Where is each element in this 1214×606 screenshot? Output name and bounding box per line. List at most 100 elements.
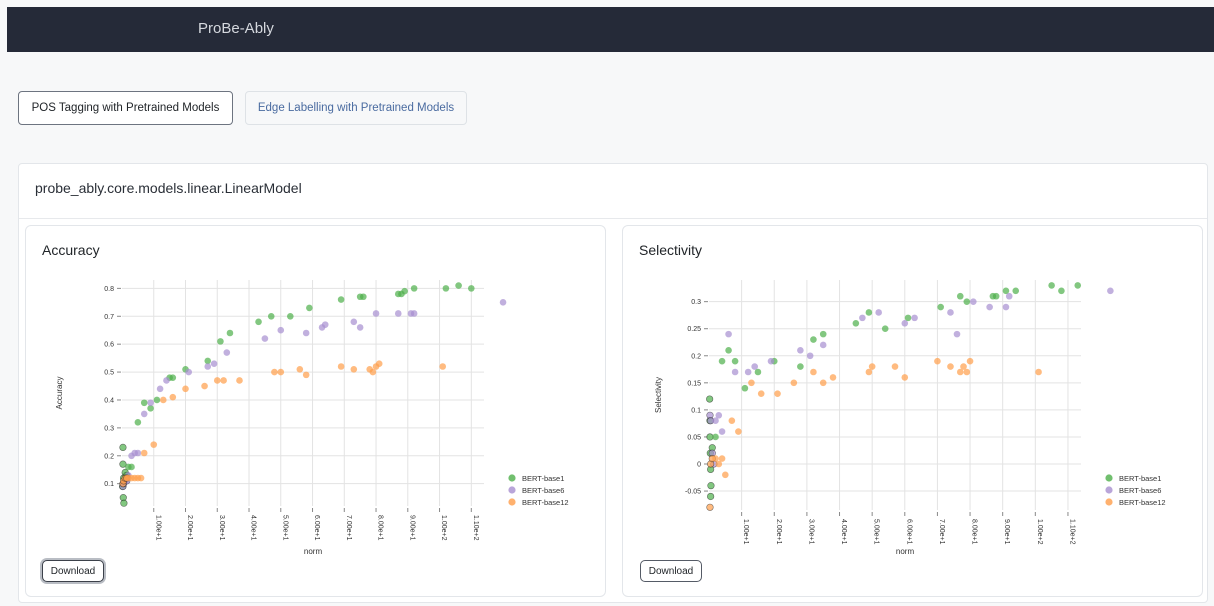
y-tick-label: 0.2 bbox=[104, 453, 114, 460]
data-point bbox=[201, 382, 208, 390]
data-point bbox=[774, 390, 781, 397]
x-tick-label: 8.00e+1 bbox=[971, 519, 978, 545]
data-point bbox=[410, 285, 418, 292]
data-point bbox=[706, 395, 714, 403]
legend-label: BERT-base6 bbox=[522, 486, 564, 495]
data-point bbox=[1058, 287, 1065, 295]
data-point bbox=[865, 309, 873, 316]
data-point bbox=[271, 368, 278, 376]
legend-marker bbox=[508, 474, 516, 482]
data-point bbox=[337, 363, 345, 370]
y-tick-label: 0.8 bbox=[104, 286, 114, 293]
data-point bbox=[226, 329, 234, 337]
data-point bbox=[748, 379, 755, 387]
data-point bbox=[1048, 282, 1055, 289]
accuracy-chart: 0.1 0.2 0.3 0.4 0.5 0.6 0.7 0.8 1.00e+1 2.00e+1 3.… bbox=[55, 280, 569, 556]
data-point bbox=[718, 428, 726, 435]
data-point bbox=[150, 441, 158, 448]
data-point bbox=[439, 363, 447, 370]
data-point bbox=[956, 292, 964, 300]
data-point bbox=[707, 492, 715, 501]
y-tick-label: 0.7 bbox=[104, 314, 114, 321]
data-point bbox=[901, 319, 909, 327]
x-tick-label: 4.00e+1 bbox=[250, 515, 257, 541]
data-point bbox=[751, 363, 758, 370]
legend-label: BERT-base1 bbox=[1119, 474, 1161, 483]
y-tick-label: 0.3 bbox=[104, 425, 114, 432]
data-point bbox=[806, 352, 814, 360]
x-tick-label: 6.00e+1 bbox=[905, 519, 912, 545]
data-point bbox=[706, 503, 714, 511]
tab-pos-tagging[interactable]: POS Tagging with Pretrained Models bbox=[18, 91, 233, 125]
data-point bbox=[911, 314, 918, 322]
x-tick-label: 9.00e+1 bbox=[1003, 519, 1010, 545]
x-tick-label: 2.00e+1 bbox=[775, 519, 782, 545]
data-point bbox=[220, 377, 227, 384]
data-point bbox=[790, 379, 798, 387]
data-point bbox=[1002, 303, 1010, 311]
x-tick-label: 1.10e+2 bbox=[1068, 519, 1075, 545]
data-point bbox=[128, 463, 135, 471]
data-point bbox=[306, 304, 313, 312]
data-point bbox=[321, 321, 329, 328]
y-tick-label: 0 bbox=[697, 462, 701, 469]
data-point bbox=[744, 368, 752, 376]
data-point bbox=[810, 368, 817, 376]
legend-marker bbox=[508, 486, 516, 494]
data-point bbox=[467, 285, 475, 292]
legend-label: BERT-base6 bbox=[1119, 486, 1161, 495]
y-tick-label: 0.6 bbox=[104, 342, 114, 349]
data-point bbox=[372, 310, 380, 317]
x-axis-label: norm bbox=[896, 547, 915, 556]
data-point bbox=[715, 411, 723, 419]
data-point bbox=[140, 410, 148, 418]
data-point bbox=[731, 357, 739, 365]
data-point bbox=[277, 368, 285, 376]
x-tick-label: 5.00e+1 bbox=[873, 519, 880, 545]
y-tick-label: 0.4 bbox=[104, 397, 114, 404]
y-axis-label: Accuracy bbox=[55, 377, 64, 410]
legend-label: BERT-base1 bbox=[522, 474, 564, 483]
data-point bbox=[302, 329, 310, 337]
data-point bbox=[169, 374, 177, 381]
legend-label: BERT-base12 bbox=[522, 498, 569, 507]
tab-edge-labelling[interactable]: Edge Labelling with Pretrained Models bbox=[245, 91, 467, 125]
data-point bbox=[277, 326, 285, 334]
brand-name[interactable]: ProBe-Ably bbox=[198, 20, 274, 37]
data-point bbox=[852, 319, 860, 327]
data-point bbox=[140, 399, 148, 407]
data-point bbox=[401, 287, 408, 295]
selectivity-download-button[interactable]: Download bbox=[640, 560, 702, 582]
data-point bbox=[810, 336, 817, 343]
data-point bbox=[986, 303, 993, 311]
legend-marker bbox=[1105, 486, 1113, 494]
data-point bbox=[185, 368, 192, 376]
accuracy-download-button[interactable]: Download bbox=[42, 560, 104, 582]
data-point bbox=[1074, 282, 1082, 289]
data-point bbox=[255, 318, 262, 326]
data-point bbox=[302, 371, 310, 379]
y-tick-label: 0.1 bbox=[104, 481, 114, 488]
data-point bbox=[210, 360, 218, 368]
data-point bbox=[442, 285, 450, 292]
data-point bbox=[134, 449, 142, 457]
y-tick-label: 0.1 bbox=[691, 407, 701, 414]
data-point bbox=[829, 374, 837, 381]
data-point bbox=[223, 349, 231, 356]
data-point bbox=[455, 282, 462, 289]
legend-marker bbox=[1105, 474, 1113, 482]
selectivity-card: Selectivity -0.05 0 0.05 0.1 0.15 0.2 0.25 0.3 1… bbox=[622, 225, 1203, 597]
y-tick-label: 0.3 bbox=[691, 299, 701, 306]
data-point bbox=[140, 449, 148, 457]
y-axis-label: Selectivity bbox=[654, 377, 663, 413]
x-tick-label: 3.00e+1 bbox=[218, 515, 225, 541]
x-tick-label: 7.00e+1 bbox=[938, 519, 945, 545]
data-point bbox=[725, 330, 732, 338]
data-point bbox=[741, 384, 749, 392]
data-point bbox=[937, 303, 944, 311]
data-point bbox=[947, 363, 954, 370]
x-tick-label: 8.00e+1 bbox=[377, 515, 384, 541]
data-point bbox=[934, 357, 941, 365]
data-point bbox=[499, 299, 507, 306]
data-point bbox=[120, 499, 128, 507]
